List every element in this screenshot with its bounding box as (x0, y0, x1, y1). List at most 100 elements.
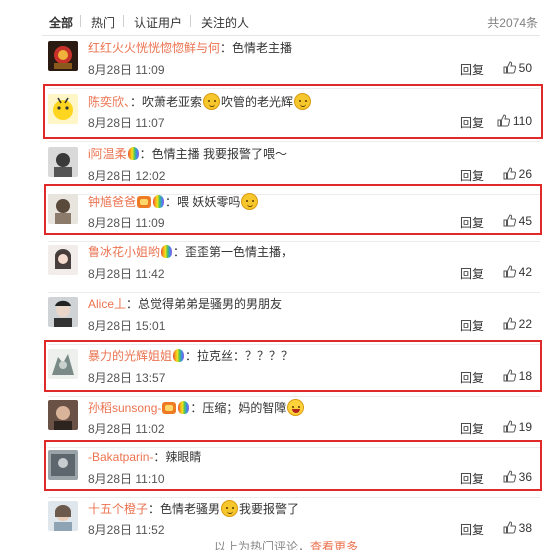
avatar[interactable] (48, 94, 78, 124)
thumbs-up-icon (503, 214, 516, 227)
reply-button[interactable]: 回复 (460, 317, 484, 334)
comment-body: -Bakatparin-：辣眼睛 (88, 449, 201, 465)
comment-body: Alice丄：总觉得弟弟是骚男的男朋友 (88, 296, 282, 312)
avatar[interactable] (48, 450, 78, 480)
like-count: 38 (518, 521, 532, 535)
comment-timestamp: 8月28日 12:02 (88, 169, 166, 183)
comment-item: 陈奕欣、：吹萧老亚索 吹管的老光辉 8月28日 11:07 回复 110 (42, 90, 540, 142)
header-divider (42, 35, 540, 36)
like-count: 22 (518, 317, 532, 331)
rainbow-badge-icon (161, 245, 173, 258)
reply-button[interactable]: 回复 (460, 369, 484, 386)
comment-item: 钟馗爸爸 ：喂 妖妖零吗 8月28日 11:09 回复 45 (42, 190, 540, 242)
comment-item: 孙稻sunsong- ：压缩；妈的智障 8月28日 11:02 回复 19 (42, 396, 540, 448)
tab-hot[interactable]: 热门 (91, 14, 115, 31)
avatar[interactable] (48, 501, 78, 531)
like-button[interactable]: 50 (503, 61, 532, 75)
tab-all[interactable]: 全部 (49, 14, 73, 31)
reply-button[interactable]: 回复 (460, 420, 484, 437)
username-link[interactable]: 暴力的光辉姐姐 (88, 349, 172, 363)
thumbs-up-icon (503, 317, 516, 330)
like-button[interactable]: 36 (503, 470, 532, 484)
comment-timestamp: 8月28日 11:52 (88, 523, 165, 537)
comment-text: ：总觉得弟弟是骚男的男朋友 (126, 297, 283, 311)
comment-text: ：歪歪第一色情主播， (173, 245, 294, 259)
avatar[interactable] (48, 194, 78, 224)
comment-text: ：压缩；妈的智障 (190, 401, 287, 415)
comment-divider (48, 88, 540, 89)
reply-button[interactable]: 回复 (460, 114, 484, 131)
comment-body: 鲁冰花小姐哟 ：歪歪第一色情主播， (88, 244, 293, 260)
comment-timestamp: 8月28日 11:42 (88, 267, 165, 281)
avatar[interactable] (48, 349, 78, 379)
tab-verified-users[interactable]: 认证用户 (134, 14, 182, 31)
comment-text-continued: 吹管的老光辉 (221, 95, 294, 109)
avatar[interactable] (48, 147, 78, 177)
reply-button[interactable]: 回复 (460, 61, 484, 78)
reply-button[interactable]: 回复 (460, 167, 484, 184)
view-more-link[interactable]: 查看更多 (310, 540, 358, 550)
like-count: 110 (512, 114, 532, 128)
thumbs-up-icon (503, 521, 516, 534)
username-link[interactable]: i阿温柔 (88, 147, 127, 161)
like-button[interactable]: 22 (503, 317, 532, 331)
like-count: 26 (518, 167, 532, 181)
like-button[interactable]: 110 (497, 114, 532, 128)
comment-filter-bar: 全部 热门 认证用户 关注的人 共2074条 (0, 0, 550, 36)
reply-button[interactable]: 回复 (460, 214, 484, 231)
avatar[interactable] (48, 400, 78, 430)
username-link[interactable]: Alice丄 (88, 297, 126, 311)
like-button[interactable]: 38 (503, 521, 532, 535)
cat-emoji-icon (241, 193, 259, 210)
comment-text: ：吹萧老亚索 (130, 95, 203, 109)
cat-emoji-icon (203, 93, 221, 110)
cat-emoji-icon (221, 500, 239, 517)
hot-comments-footer: 以上为热门评论，查看更多 (214, 538, 358, 550)
like-button[interactable]: 26 (503, 167, 532, 181)
tab-divider (190, 15, 191, 27)
username-link[interactable]: 十五个橙子 (88, 502, 148, 516)
username-link[interactable]: 孙稻sunsong- (88, 401, 161, 415)
comment-body: 孙稻sunsong- ：压缩；妈的智障 (88, 399, 305, 416)
comment-timestamp: 8月28日 11:10 (88, 472, 165, 486)
username-link[interactable]: 钟馗爸爸 (88, 195, 136, 209)
like-count: 18 (518, 369, 532, 383)
comment-timestamp: 8月28日 11:02 (88, 422, 165, 436)
like-button[interactable]: 18 (503, 369, 532, 383)
reply-button[interactable]: 回复 (460, 521, 484, 538)
like-count: 36 (518, 470, 532, 484)
comment-timestamp: 8月28日 11:07 (88, 116, 165, 130)
avatar[interactable] (48, 297, 78, 327)
like-count: 45 (518, 214, 532, 228)
like-button[interactable]: 42 (503, 265, 532, 279)
comment-timestamp: 8月28日 15:01 (88, 319, 166, 333)
comment-timestamp: 8月28日 11:09 (88, 63, 165, 77)
comment-item: i阿温柔 ：色情主播 我要报警了喂～ 8月28日 12:02 回复 26 (42, 143, 540, 195)
like-count: 19 (518, 420, 532, 434)
comment-item: -Bakatparin-：辣眼睛 8月28日 11:10 回复 36 (42, 446, 540, 498)
reply-button[interactable]: 回复 (460, 265, 484, 282)
comment-text: ：辣眼睛 (153, 450, 202, 464)
like-count: 50 (518, 61, 532, 75)
username-link[interactable]: 陈奕欣、 (88, 95, 130, 109)
comment-text-continued: 我要报警了 (239, 502, 300, 516)
comment-body: 陈奕欣、：吹萧老亚索 吹管的老光辉 (88, 93, 312, 110)
comment-timestamp: 8月28日 13:57 (88, 371, 166, 385)
comment-body: 钟馗爸爸 ：喂 妖妖零吗 (88, 193, 259, 210)
avatar[interactable] (48, 245, 78, 275)
comment-timestamp: 8月28日 11:09 (88, 216, 165, 230)
rainbow-badge-icon (127, 147, 139, 160)
like-button[interactable]: 19 (503, 420, 532, 434)
like-button[interactable]: 45 (503, 214, 532, 228)
username-link[interactable]: 鲁冰花小姐哟 (88, 245, 160, 259)
tab-following[interactable]: 关注的人 (201, 14, 249, 31)
comment-body: 十五个橙子：色情老骚男 我要报警了 (88, 500, 299, 517)
username-link[interactable]: 红红火火恍恍惚惚鲜与何 (88, 41, 220, 55)
avatar[interactable] (48, 41, 78, 71)
reply-button[interactable]: 回复 (460, 470, 484, 487)
username-link[interactable]: -Bakatparin- (88, 450, 153, 464)
comment-item: 红红火火恍恍惚惚鲜与何：色情老主播 8月28日 11:09 回复 50 (42, 37, 540, 89)
rainbow-badge-icon (178, 401, 190, 414)
comment-item: 鲁冰花小姐哟 ：歪歪第一色情主播， 8月28日 11:42 回复 42 (42, 241, 540, 293)
comment-body: i阿温柔 ：色情主播 我要报警了喂～ (88, 146, 287, 162)
